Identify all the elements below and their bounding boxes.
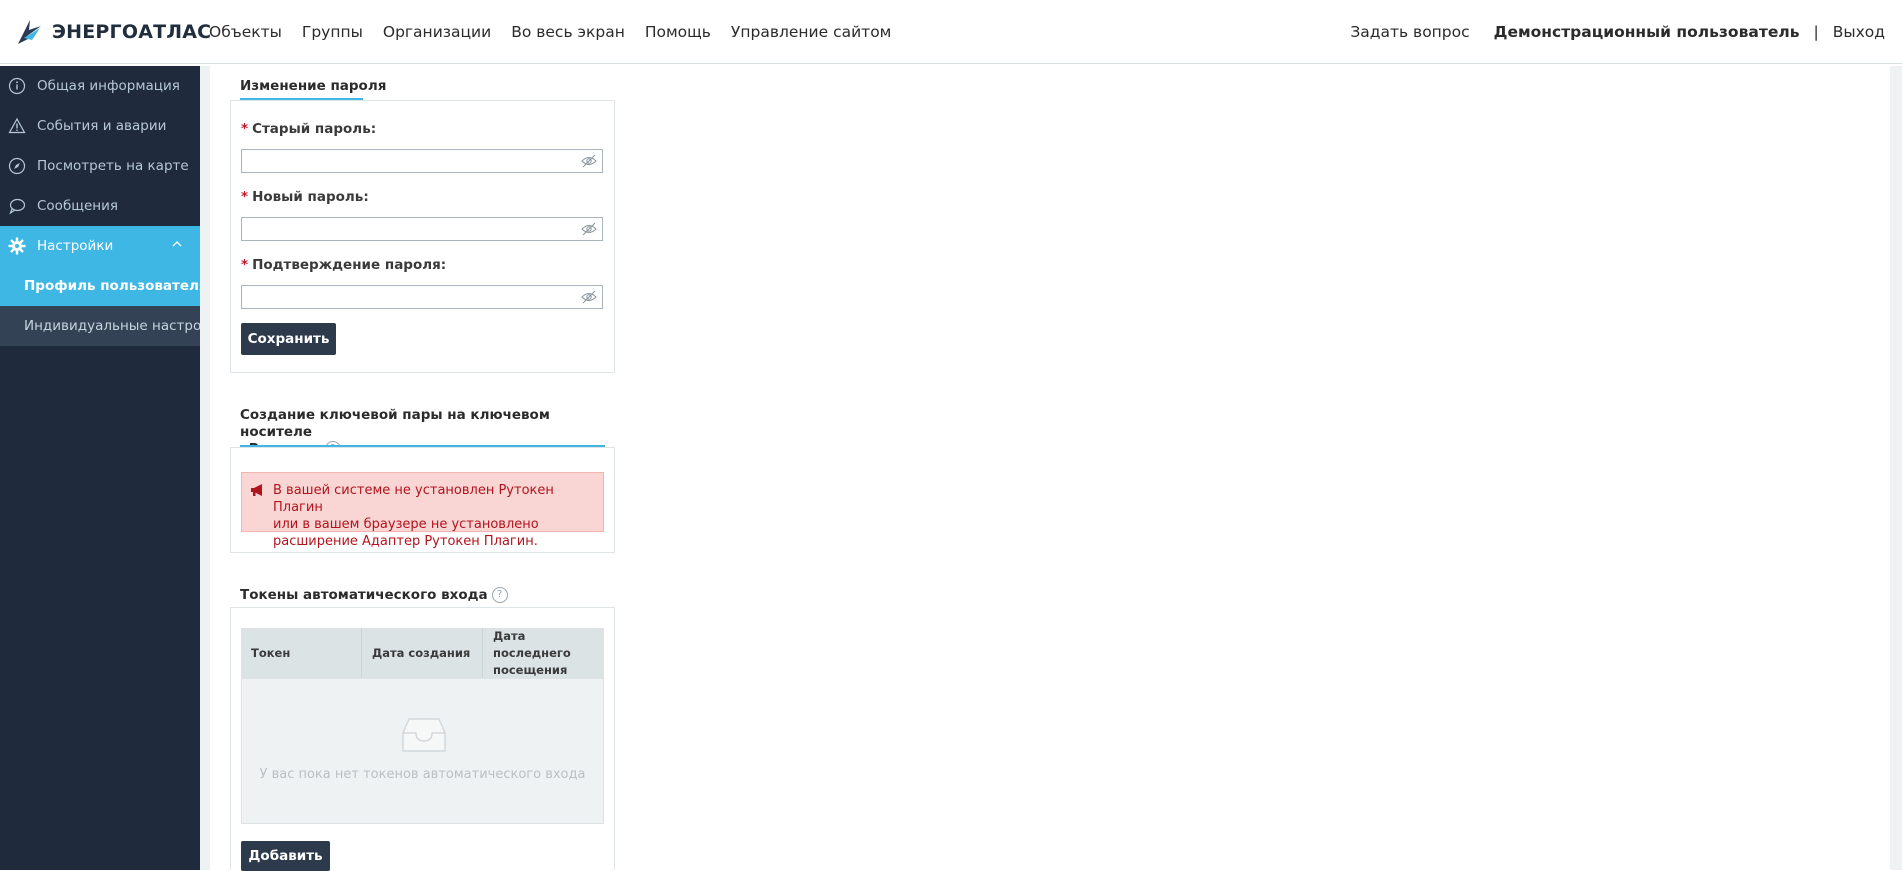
sidebar-item-label: Сообщения	[37, 198, 119, 214]
alert-text: В вашей системе не установлен Рутокен Пл…	[273, 482, 593, 550]
sidebar-item-label: Посмотреть на карте	[37, 158, 189, 174]
nav-groups[interactable]: Группы	[302, 23, 363, 41]
alert-line: В вашей системе не установлен Рутокен Пл…	[273, 483, 554, 515]
required-mark: *	[241, 189, 249, 205]
user-name-link[interactable]: Демонстрационный пользователь	[1494, 23, 1800, 41]
add-token-button[interactable]: Добавить	[241, 841, 330, 871]
user-nav: Задать вопрос Демонстрационный пользоват…	[1350, 0, 1885, 64]
ask-question-link[interactable]: Задать вопрос	[1350, 23, 1469, 41]
sidebar-item-label: События и аварии	[37, 118, 167, 134]
column-header-token[interactable]: Токен	[241, 628, 362, 679]
sidebar-subitem-user-profile[interactable]: Профиль пользователя	[0, 266, 200, 306]
logout-link[interactable]: Выход	[1833, 23, 1885, 41]
table-header-row: Токен Дата создания Дата последнего посе…	[241, 628, 604, 679]
sidebar-item-settings[interactable]: Настройки	[0, 226, 200, 266]
nav-help[interactable]: Помощь	[645, 23, 711, 41]
megaphone-icon	[251, 484, 262, 496]
logo[interactable]: ЭНЕРГОАТЛАС	[14, 16, 211, 48]
sidebar-item-map[interactable]: Посмотреть на карте	[0, 146, 200, 186]
help-icon[interactable]: ?	[491, 587, 508, 603]
new-password-label: * Новый пароль:	[241, 189, 369, 205]
old-password-input[interactable]	[241, 149, 603, 173]
empty-inbox-icon	[402, 718, 446, 752]
rutoken-box: В вашей системе не установлен Рутокен Пл…	[230, 447, 615, 553]
confirm-password-label: * Подтверждение пароля:	[241, 257, 446, 273]
tokens-box: Токен Дата создания Дата последнего посе…	[230, 607, 615, 871]
eye-slash-icon[interactable]	[581, 222, 597, 236]
required-mark: *	[241, 121, 249, 137]
sidebar-subitem-individual-settings[interactable]: Индивидуальные настрой...	[0, 306, 200, 346]
sidebar-item-label: Общая информация	[37, 78, 180, 94]
password-section-title: Изменение пароля	[240, 78, 387, 100]
chat-icon	[8, 197, 26, 215]
old-password-label-text: Старый пароль:	[252, 121, 377, 137]
column-header-last-visit[interactable]: Дата последнего посещения	[482, 628, 604, 679]
rutoken-title-line1: Создание ключевой пары на ключевом носит…	[240, 407, 550, 440]
content-frame: Изменение пароля * Старый пароль: * Новый …	[200, 66, 1902, 871]
tokens-section-title-text: Токены автоматического входа	[240, 587, 488, 603]
logo-text: ЭНЕРГОАТЛАС	[52, 21, 212, 43]
alert-line: расширение Адаптер Рутокен Плагин.	[273, 534, 538, 549]
sidebar-item-events[interactable]: События и аварии	[0, 106, 200, 146]
sidebar-item-messages[interactable]: Сообщения	[0, 186, 200, 226]
main-nav: Объекты Группы Организации Во весь экран…	[209, 0, 911, 64]
old-password-label: * Старый пароль:	[241, 121, 376, 137]
new-password-label-text: Новый пароль:	[252, 189, 369, 205]
top-navbar: ЭНЕРГОАТЛАС Объекты Группы Организации В…	[0, 0, 1902, 64]
separator: |	[1813, 23, 1819, 41]
main-content: Изменение пароля * Старый пароль: * Новый …	[210, 66, 1890, 871]
eye-slash-icon[interactable]	[581, 290, 597, 304]
eye-slash-icon[interactable]	[581, 154, 597, 168]
sidebar: Общая информация События и аварии Посмот…	[0, 66, 200, 870]
save-button[interactable]: Сохранить	[241, 323, 336, 355]
empty-text: У вас пока нет токенов автоматического в…	[259, 767, 586, 782]
nav-objects[interactable]: Объекты	[209, 23, 282, 41]
confirm-password-input[interactable]	[241, 285, 603, 309]
info-icon	[8, 77, 26, 95]
tokens-table: Токен Дата создания Дата последнего посе…	[241, 628, 604, 679]
compass-icon	[8, 157, 26, 175]
required-mark: *	[241, 257, 249, 273]
warning-icon	[8, 117, 26, 135]
chevron-up-icon	[172, 238, 182, 252]
gear-icon	[8, 237, 26, 255]
new-password-input[interactable]	[241, 217, 603, 241]
alert-line: или в вашем браузере не установлено	[273, 517, 539, 532]
nav-fullscreen[interactable]: Во весь экран	[511, 23, 625, 41]
rutoken-alert: В вашей системе не установлен Рутокен Пл…	[241, 472, 604, 549]
tokens-empty-state: У вас пока нет токенов автоматического в…	[241, 678, 604, 824]
sidebar-item-label: Настройки	[37, 238, 114, 254]
column-header-created[interactable]: Дата создания	[361, 628, 483, 679]
nav-organizations[interactable]: Организации	[383, 23, 491, 41]
logo-icon	[18, 20, 41, 44]
nav-site-management[interactable]: Управление сайтом	[731, 23, 891, 41]
tokens-section-title: Токены автоматического входа?	[240, 587, 508, 610]
confirm-password-label-text: Подтверждение пароля:	[252, 257, 447, 273]
password-section-title-text: Изменение пароля	[240, 78, 387, 94]
password-form: * Старый пароль: * Новый пароль: * Подтверж…	[230, 100, 615, 373]
sidebar-item-general-info[interactable]: Общая информация	[0, 66, 200, 106]
